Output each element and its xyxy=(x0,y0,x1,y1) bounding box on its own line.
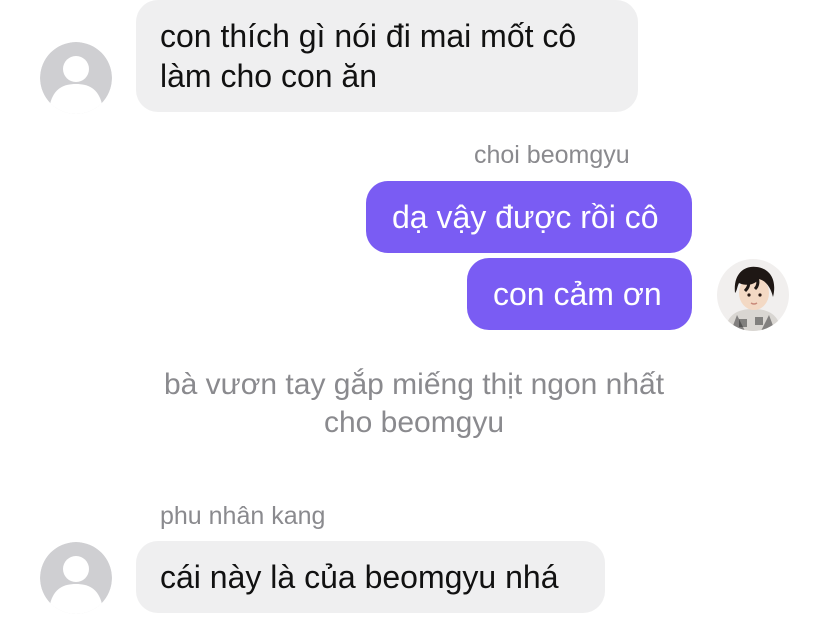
message-text-line: làm cho con ăn xyxy=(160,58,378,94)
message-bubble-outgoing[interactable]: dạ vậy được rồi cô xyxy=(366,181,692,253)
message-text: dạ vậy được rồi cô xyxy=(392,199,659,235)
narration-text: bà vươn tay gắp miếng thịt ngon nhất cho… xyxy=(0,366,828,442)
sender-name: choi beomgyu xyxy=(474,141,630,169)
message-text-line: con thích gì nói đi mai mốt cô xyxy=(160,18,577,54)
profile-photo xyxy=(717,259,789,331)
default-avatar-icon[interactable] xyxy=(40,42,112,114)
person-silhouette-icon xyxy=(40,42,112,114)
narration-line: bà vươn tay gắp miếng thịt ngon nhất xyxy=(163,368,665,401)
message-text: con cảm ơn xyxy=(493,276,662,312)
person-silhouette-icon xyxy=(40,542,112,614)
message-text: cái này là của beomgyu nhá xyxy=(160,559,559,595)
profile-photo-avatar[interactable] xyxy=(717,259,789,331)
default-avatar-icon[interactable] xyxy=(40,542,112,614)
message-bubble-incoming[interactable]: cái này là của beomgyu nhá xyxy=(136,541,605,613)
message-bubble-incoming[interactable]: con thích gì nói đi mai mốt cô làm cho c… xyxy=(136,0,638,112)
narration-line: cho beomgyu xyxy=(323,406,505,439)
message-bubble-outgoing[interactable]: con cảm ơn xyxy=(467,258,692,330)
sender-name: phu nhân kang xyxy=(160,502,326,530)
